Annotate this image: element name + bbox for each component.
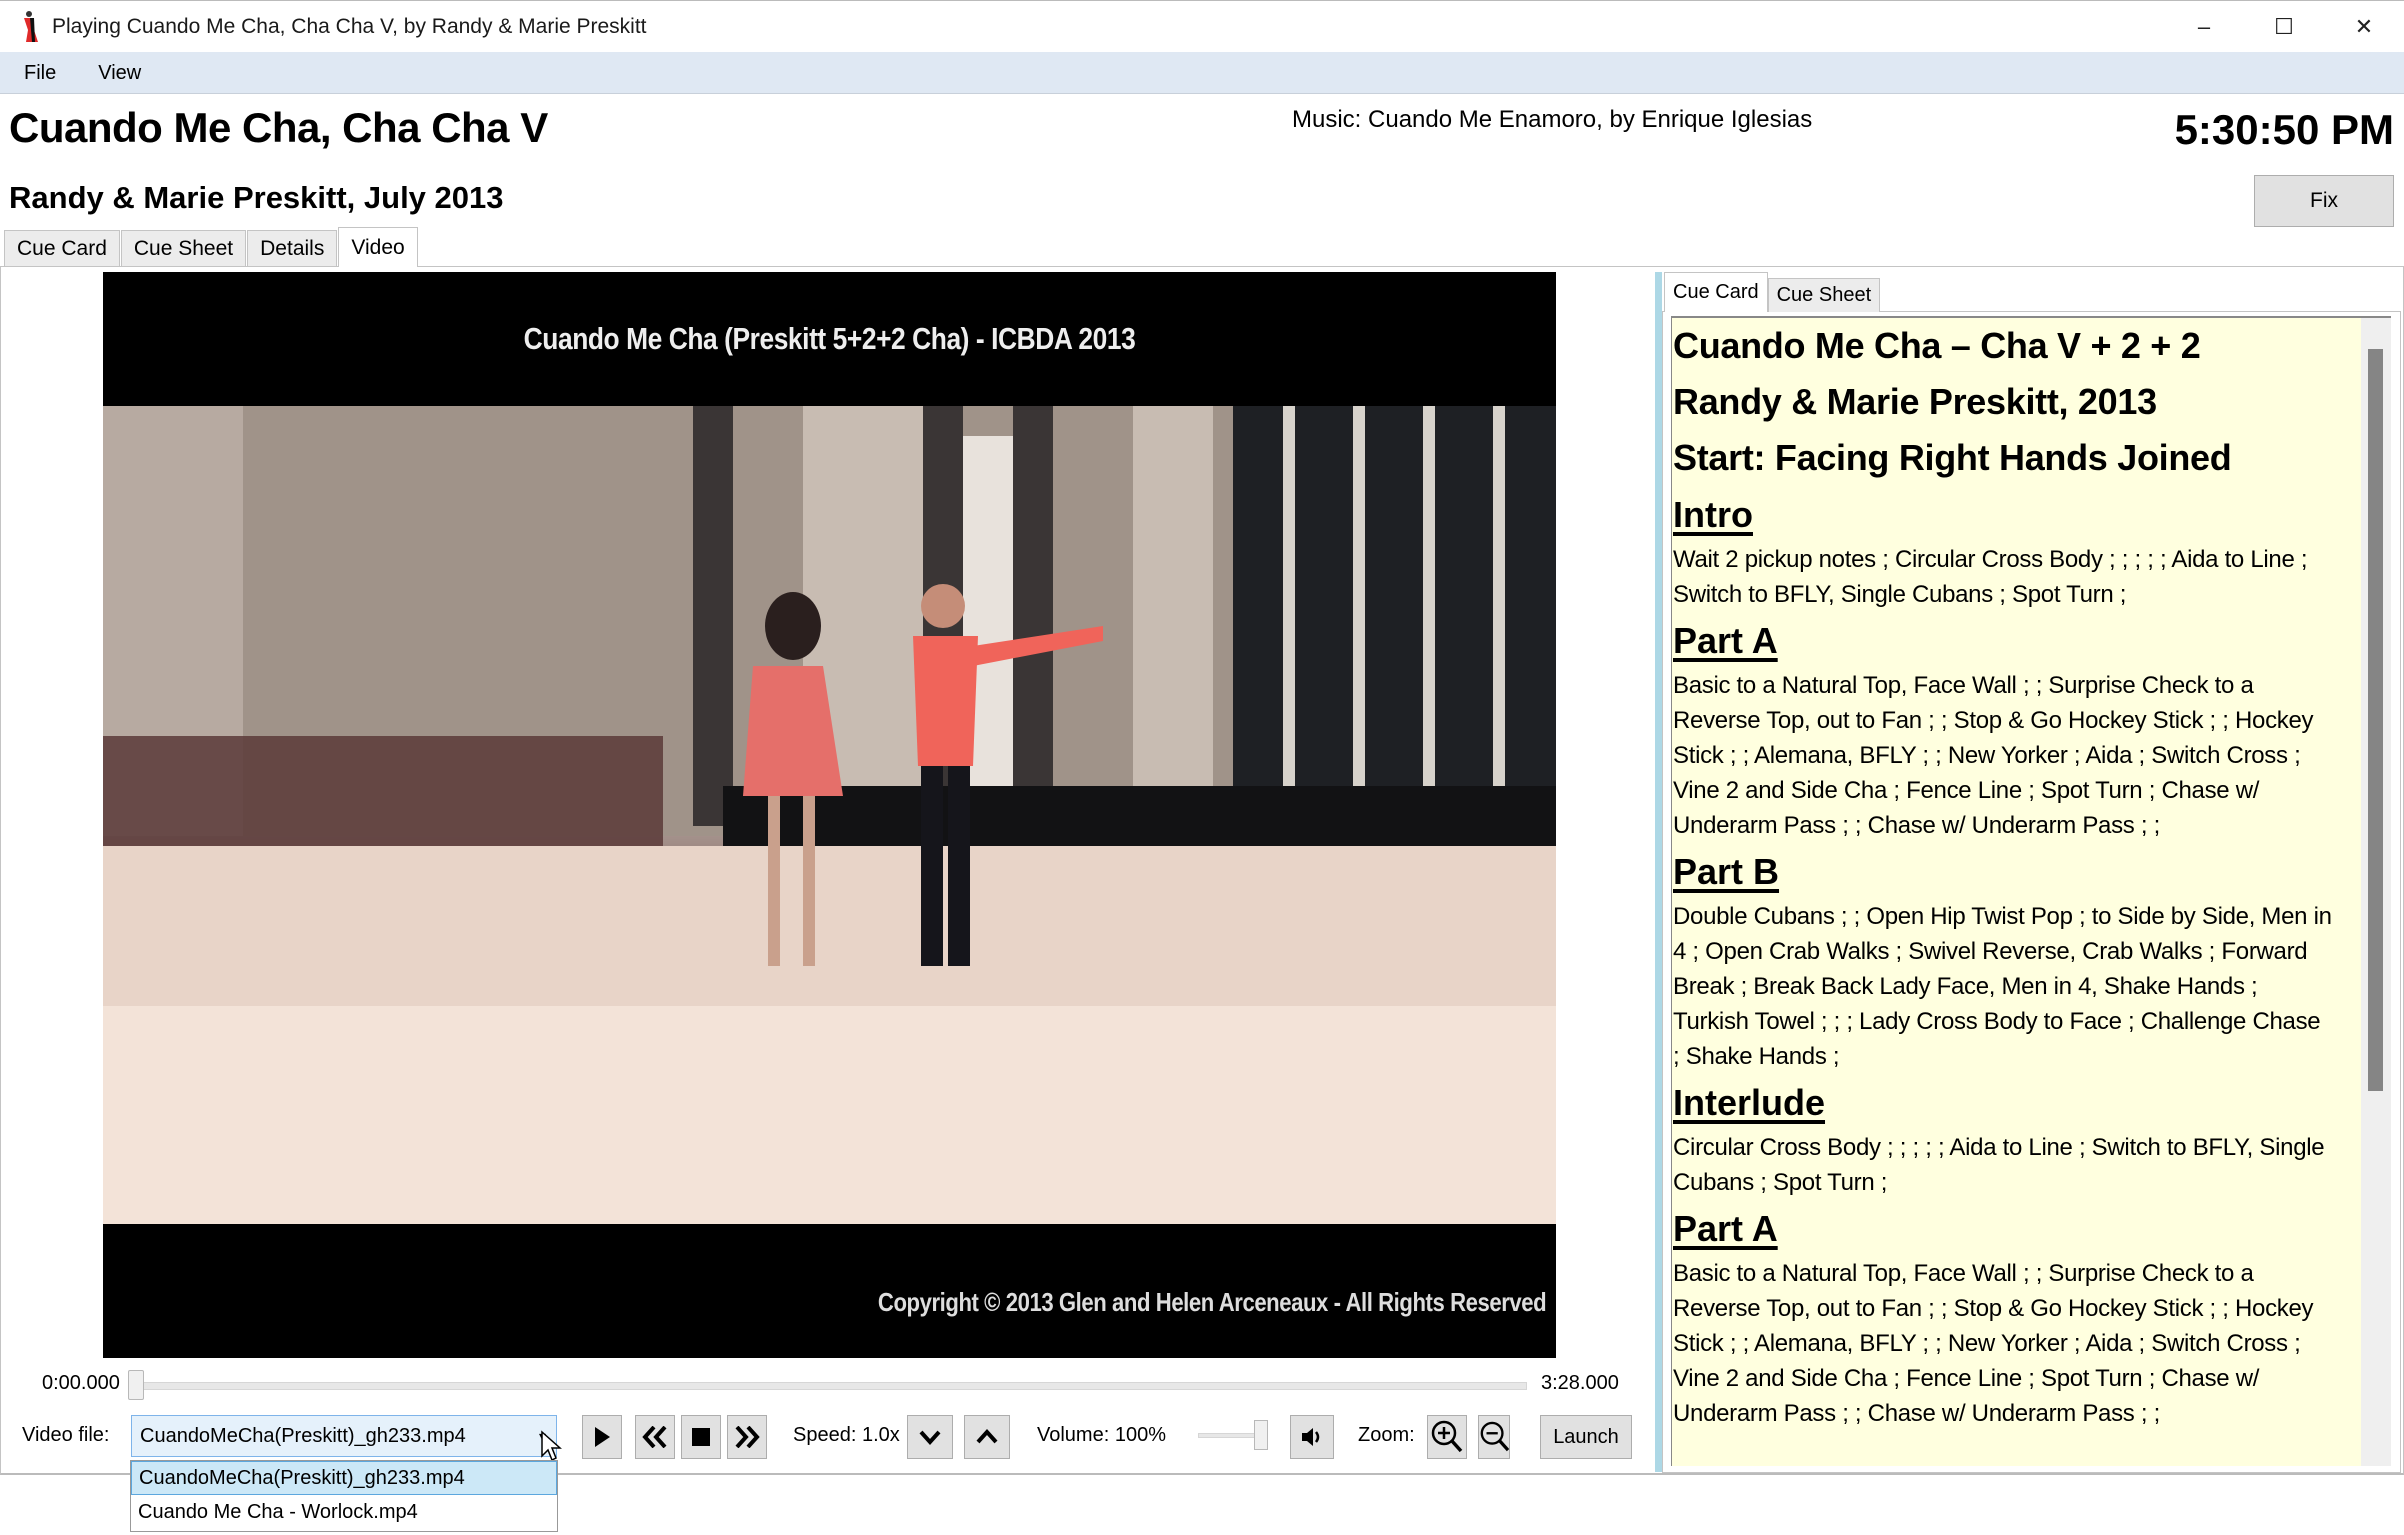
cue-card-heading: Randy & Marie Preskitt, 2013 [1673,381,2157,422]
section-title: Part A [1673,620,1778,661]
clock: 5:30:50 PM [2174,106,2394,153]
zoom-out-button[interactable] [1478,1415,1510,1459]
main-tabs: Cue Card Cue Sheet Details Video [4,227,419,267]
volume-label: Volume: 100% [1037,1424,1166,1446]
video-caption-top: Cuando Me Cha (Preskitt 5+2+2 Cha) - ICB… [523,321,1136,356]
minimize-button[interactable]: – [2164,1,2244,53]
seek-bar[interactable] [137,1382,1527,1390]
section-title: Interlude [1673,1082,1826,1123]
section-text: Double Cubans ; ; Open Hip Twist Pop ; t… [1673,903,2332,1070]
menu-bar: File View [0,52,2404,94]
cue-card-content: Cuando Me Cha – Cha V + 2 + 2 Randy & Ma… [1672,318,2332,1431]
scrollbar-thumb[interactable] [2368,349,2383,1091]
play-button[interactable] [582,1415,622,1459]
fast-forward-button[interactable] [727,1415,767,1459]
rewind-icon [642,1426,667,1448]
launch-button[interactable]: Launch [1540,1415,1632,1459]
cue-card-viewer: Cuando Me Cha – Cha V + 2 + 2 Randy & Ma… [1671,316,2391,1466]
rewind-button[interactable] [635,1415,675,1459]
close-button[interactable]: ✕ [2324,1,2404,53]
menu-file[interactable]: File [0,52,74,94]
stop-button[interactable] [681,1415,721,1459]
dance-title: Cuando Me Cha, Cha Cha V [9,104,548,151]
panel-splitter[interactable] [1655,272,1662,1472]
video-file-option[interactable]: CuandoMeCha(Preskitt)_gh233.mp4 [131,1461,557,1495]
mute-button[interactable] [1290,1415,1334,1459]
volume-thumb[interactable] [1254,1420,1268,1450]
tab-right-cue-card[interactable]: Cue Card [1664,272,1768,312]
chevron-down-icon [919,1430,941,1445]
video-frame [103,406,1556,1224]
cue-card-heading: Cuando Me Cha – Cha V + 2 + 2 [1673,325,2201,366]
speed-label: Speed: 1.0x [793,1424,900,1446]
maximize-button[interactable]: ☐ [2244,1,2324,53]
stop-icon [692,1428,710,1446]
section-text: Basic to a Natural Top, Face Wall ; ; Su… [1673,672,2314,839]
fix-button[interactable]: Fix [2254,175,2394,227]
section-text: Wait 2 pickup notes ; Circular Cross Bod… [1673,546,2308,608]
ballroom-scene [103,406,1556,1224]
seek-thumb[interactable] [128,1370,144,1400]
video-file-dropdown: CuandoMeCha(Preskitt)_gh233.mp4 Cuando M… [130,1460,558,1532]
speaker-icon [1302,1428,1320,1446]
chevron-up-icon [976,1429,998,1444]
dancer-app-icon [12,10,42,44]
video-file-value: CuandoMeCha(Preskitt)_gh233.mp4 [140,1424,466,1447]
zoom-in-button[interactable] [1427,1415,1467,1459]
section-text: Circular Cross Body ; ; ; ; ; Aida to Li… [1673,1134,2325,1196]
volume-slider[interactable] [1198,1433,1258,1438]
tab-cue-card[interactable]: Cue Card [4,230,120,266]
video-caption-bottom: Copyright © 2013 Glen and Helen Arceneau… [877,1287,1547,1317]
video-player[interactable]: Cuando Me Cha (Preskitt 5+2+2 Cha) - ICB… [103,272,1556,1358]
window-title: Playing Cuando Me Cha, Cha Cha V, by Ran… [52,14,647,38]
menu-view[interactable]: View [74,52,159,94]
section-title: Part B [1673,851,1780,892]
section-text: Basic to a Natural Top, Face Wall ; ; Su… [1673,1260,2314,1427]
fast-forward-icon [735,1426,760,1448]
speed-up-button[interactable] [964,1415,1010,1459]
zoom-out-icon [1480,1421,1509,1452]
title-bar: Playing Cuando Me Cha, Cha Cha V, by Ran… [0,0,2404,52]
video-file-option[interactable]: Cuando Me Cha - Worlock.mp4 [131,1495,557,1529]
zoom-label: Zoom: [1358,1424,1415,1446]
mouse-cursor-icon [541,1430,562,1462]
time-total: 3:28.000 [1541,1372,1619,1394]
video-file-combobox[interactable]: CuandoMeCha(Preskitt)_gh233.mp4 ▾ [131,1415,557,1457]
tab-right-cue-sheet[interactable]: Cue Sheet [1767,278,1881,312]
cue-panel-tabs: Cue Card Cue Sheet [1664,272,1881,312]
time-elapsed: 0:00.000 [42,1372,120,1394]
cue-card-scrollbar[interactable] [2361,318,2391,1466]
music-info: Music: Cuando Me Enamoro, by Enrique Igl… [1292,106,1813,133]
video-file-label: Video file: [22,1424,110,1446]
speed-down-button[interactable] [907,1415,953,1459]
section-title: Part A [1673,1208,1778,1249]
tab-video[interactable]: Video [338,227,418,267]
zoom-in-icon [1431,1420,1463,1453]
cue-card-heading: Start: Facing Right Hands Joined [1673,437,2232,478]
play-icon [595,1427,610,1447]
dance-subtitle: Randy & Marie Preskitt, July 2013 [9,180,504,215]
section-title: Intro [1673,494,1753,535]
tab-details[interactable]: Details [247,230,338,266]
tab-cue-sheet[interactable]: Cue Sheet [120,230,247,266]
